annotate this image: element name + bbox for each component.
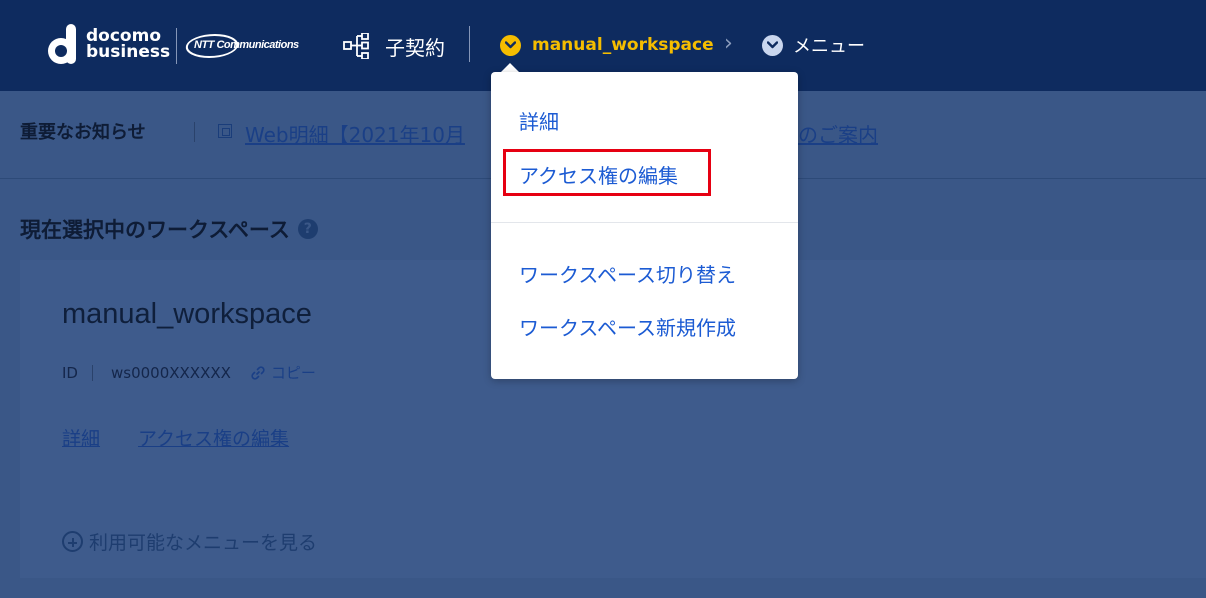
- workspace-access-edit-link[interactable]: アクセス権の編集: [138, 424, 289, 451]
- notice-label: 重要なお知らせ: [20, 122, 146, 143]
- current-workspace-title: 現在選択中のワークスペース: [20, 218, 290, 242]
- plus-circle-icon: [62, 531, 83, 552]
- link-icon: [251, 365, 265, 380]
- current-workspace-heading: 現在選択中のワークスペース ?: [20, 214, 318, 244]
- menu-button[interactable]: メニュー: [762, 31, 865, 59]
- dropdown-item-new-workspace[interactable]: ワークスペース新規作成: [519, 312, 736, 341]
- nav-child-contracts-label: 子契約: [385, 35, 445, 60]
- logo-divider: [176, 28, 177, 64]
- help-icon[interactable]: ?: [297, 219, 318, 239]
- external-window-icon: [218, 124, 232, 138]
- workspace-id-value: ws0000XXXXXX: [110, 363, 231, 382]
- notice-divider: [194, 122, 195, 142]
- menu-chevron-down-icon: [762, 34, 783, 56]
- workspace-id-label: ID: [62, 363, 78, 382]
- highlight-box: [503, 149, 711, 196]
- workspace-name: manual_workspace: [62, 298, 312, 330]
- chevron-right-icon: ›: [724, 31, 733, 56]
- id-divider: [91, 364, 93, 381]
- workspace-switcher[interactable]: manual_workspace: [500, 31, 714, 59]
- logo-text: docomo business: [86, 28, 171, 62]
- ntt-logo-text: NTT Communications: [194, 39, 299, 51]
- workspace-chevron-down-icon: [500, 34, 521, 56]
- copy-id-button[interactable]: コピー: [251, 362, 316, 383]
- dropdown-divider: [491, 222, 798, 223]
- notice-link-tail[interactable]: のご案内: [798, 119, 878, 148]
- available-menus-label: 利用可能なメニューを見る: [89, 532, 318, 554]
- available-menus-toggle[interactable]: 利用可能なメニューを見る: [62, 528, 317, 555]
- logo-text-bottom: business: [86, 42, 171, 62]
- copy-label: コピー: [270, 364, 316, 382]
- nav-divider: [469, 26, 470, 62]
- nav-child-contracts[interactable]: 子契約: [343, 30, 445, 62]
- workspace-details-link[interactable]: 詳細: [62, 424, 100, 451]
- workspace-id-row: ID ws0000XXXXXX コピー: [62, 362, 316, 383]
- dropdown-item-details[interactable]: 詳細: [519, 106, 559, 135]
- notice-link[interactable]: Web明細【2021年10月: [245, 119, 465, 148]
- dropdown-item-switch-workspace[interactable]: ワークスペース切り替え: [519, 259, 736, 288]
- docomo-business-logo[interactable]: docomo business: [46, 22, 170, 66]
- docomo-d-icon: [46, 24, 80, 64]
- ntt-communications-logo: NTT Communications: [183, 34, 316, 58]
- hierarchy-tree-icon: [343, 33, 369, 59]
- menu-button-label: メニュー: [793, 36, 865, 57]
- workspace-switcher-label: manual_workspace: [532, 35, 714, 55]
